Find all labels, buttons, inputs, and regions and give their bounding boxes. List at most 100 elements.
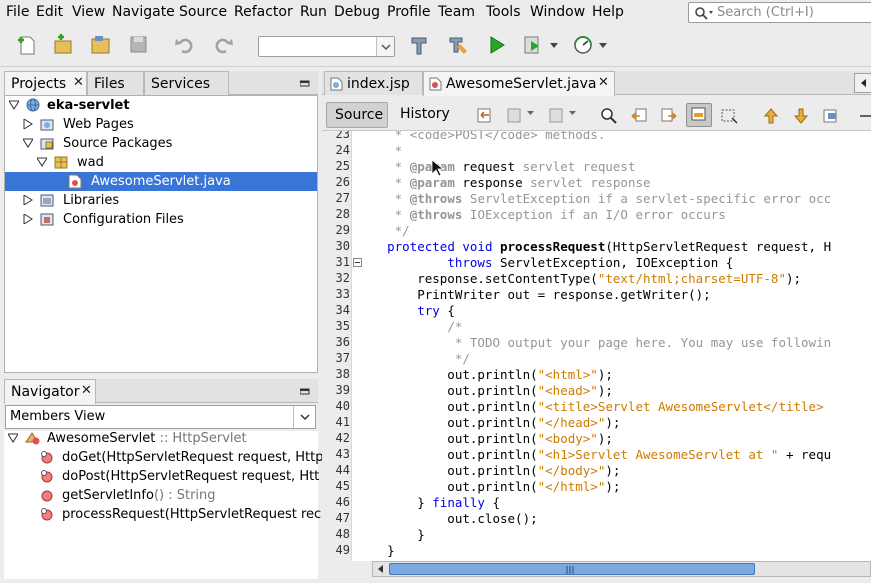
next-bookmark-icon[interactable] — [792, 107, 810, 125]
tab-services[interactable]: Services — [144, 71, 229, 95]
debug-icon[interactable] — [522, 34, 544, 56]
tab-projects[interactable]: Projects ✕ — [4, 71, 87, 96]
project-tree: eka-servlet Web Pages Source Packages wa… — [4, 95, 318, 373]
tab-awesome-servlet[interactable]: AwesomeServlet.java ✕ — [423, 71, 615, 96]
line-number: 25 — [335, 159, 350, 173]
tab-navigator[interactable]: Navigator ✕ — [4, 379, 96, 404]
member-item[interactable]: getServletInfo() : String — [4, 486, 316, 505]
menu-help[interactable]: Help — [592, 4, 624, 20]
minimize-icon[interactable] — [300, 79, 310, 88]
tree-node-web-pages[interactable]: Web Pages — [5, 115, 317, 134]
menu-tools[interactable]: Tools — [486, 4, 521, 20]
tree-node-source-packages[interactable]: Source Packages — [5, 134, 317, 153]
back-icon[interactable] — [506, 107, 524, 125]
expanded-icon[interactable] — [9, 100, 19, 110]
shift-left-icon[interactable] — [858, 107, 871, 125]
profile-dropdown-icon[interactable] — [599, 43, 607, 49]
menu-source[interactable]: Source — [179, 4, 227, 20]
tree-node-class[interactable]: AwesomeServlet :: HttpServlet — [4, 429, 316, 448]
dropdown-icon[interactable] — [569, 111, 576, 116]
last-edit-icon[interactable] — [476, 107, 494, 125]
source-button[interactable]: Source — [326, 102, 388, 128]
code-editor[interactable]: 23 * <code>POST</code> methods. 24 * 25 * … — [322, 131, 871, 561]
member-item[interactable]: doPost(HttpServletRequest request, Htt — [4, 467, 319, 486]
code-line: * @param response servlet response — [394, 175, 651, 190]
open-project-icon[interactable] — [90, 34, 112, 56]
arrow-left-icon — [861, 79, 866, 87]
tree-node-package[interactable]: wad — [5, 153, 317, 172]
rect-select-icon[interactable] — [720, 107, 738, 125]
line-number: 43 — [335, 447, 350, 461]
tree-node-file-selected[interactable]: AwesomeServlet.java — [5, 172, 317, 191]
scrollbar-thumb[interactable] — [389, 563, 755, 575]
menu-team[interactable]: Team — [438, 4, 475, 20]
horizontal-scrollbar[interactable] — [372, 561, 871, 577]
toggle-highlight-button[interactable] — [686, 103, 712, 127]
tab-files[interactable]: Files — [87, 71, 144, 95]
history-button[interactable]: History — [392, 102, 456, 128]
expanded-icon[interactable] — [23, 138, 33, 148]
menu-view[interactable]: View — [72, 4, 105, 20]
line-number: 45 — [335, 479, 350, 493]
dropdown-icon[interactable] — [527, 111, 534, 116]
menu-profile[interactable]: Profile — [387, 4, 431, 20]
minimize-icon[interactable] — [300, 387, 310, 396]
project-name: eka-servlet — [47, 98, 130, 113]
scroll-left-icon[interactable] — [375, 563, 387, 575]
config-label: Configuration Files — [63, 212, 184, 227]
find-icon[interactable] — [600, 107, 618, 125]
libraries-icon — [40, 194, 54, 207]
collapsed-icon[interactable] — [23, 195, 33, 205]
member-label: getServletInfo() : String — [62, 488, 216, 503]
new-file-icon[interactable] — [16, 34, 38, 56]
mouse-cursor-icon — [431, 159, 445, 177]
menu-navigate[interactable]: Navigate — [112, 4, 175, 20]
expanded-icon[interactable] — [8, 433, 18, 443]
prev-bookmark-icon[interactable] — [762, 107, 780, 125]
clean-build-icon[interactable] — [447, 34, 469, 56]
build-icon[interactable] — [409, 34, 431, 56]
forward-icon[interactable] — [548, 107, 566, 125]
code-line: */ — [394, 223, 410, 238]
menu-run[interactable]: Run — [300, 4, 327, 20]
code-line: } — [357, 543, 395, 558]
find-next-icon[interactable] — [660, 107, 678, 125]
expanded-icon[interactable] — [37, 157, 47, 167]
close-icon[interactable]: ✕ — [73, 75, 84, 90]
menu-refactor[interactable]: Refactor — [234, 4, 293, 20]
member-label: processRequest(HttpServletRequest rec — [62, 507, 322, 522]
tree-node-config[interactable]: Configuration Files — [5, 210, 317, 229]
redo-icon[interactable] — [212, 34, 234, 56]
tree-node-libraries[interactable]: Libraries — [5, 191, 317, 210]
menu-edit[interactable]: Edit — [36, 4, 63, 20]
debug-dropdown-icon[interactable] — [550, 43, 558, 49]
members-view-select[interactable]: Members View — [5, 405, 316, 429]
web-folder-icon — [40, 119, 54, 131]
menu-debug[interactable]: Debug — [334, 4, 380, 20]
close-icon[interactable]: ✕ — [81, 383, 92, 398]
members-view-value: Members View — [10, 409, 106, 424]
menu-window[interactable]: Window — [530, 4, 585, 20]
tree-node-root[interactable]: eka-servlet — [5, 96, 317, 115]
menu-file[interactable]: File — [6, 4, 29, 20]
toggle-bookmark-icon[interactable] — [822, 107, 840, 125]
libraries-label: Libraries — [63, 193, 120, 208]
undo-icon[interactable] — [174, 34, 196, 56]
member-item[interactable]: doGet(HttpServletRequest request, Http — [4, 448, 324, 467]
member-item[interactable]: processRequest(HttpServletRequest rec — [4, 505, 321, 524]
configuration-select[interactable] — [258, 36, 395, 57]
close-icon[interactable]: ✕ — [598, 75, 609, 90]
save-all-icon[interactable] — [128, 34, 150, 56]
tab-index-jsp[interactable]: index.jsp — [324, 71, 423, 95]
search-input[interactable]: Search (Ctrl+I) — [688, 2, 871, 23]
new-project-icon[interactable] — [52, 34, 74, 56]
run-icon[interactable] — [486, 34, 508, 56]
collapsed-icon[interactable] — [23, 214, 33, 224]
line-number: 31 — [335, 255, 350, 269]
code-line: out.println("</html>"); — [357, 479, 621, 494]
find-previous-icon[interactable] — [630, 107, 648, 125]
collapsed-icon[interactable] — [23, 119, 33, 129]
code-line: response.setContentType("text/html;chars… — [357, 271, 802, 286]
profile-icon[interactable] — [572, 34, 594, 56]
tab-scroll-left-button[interactable] — [854, 73, 871, 93]
